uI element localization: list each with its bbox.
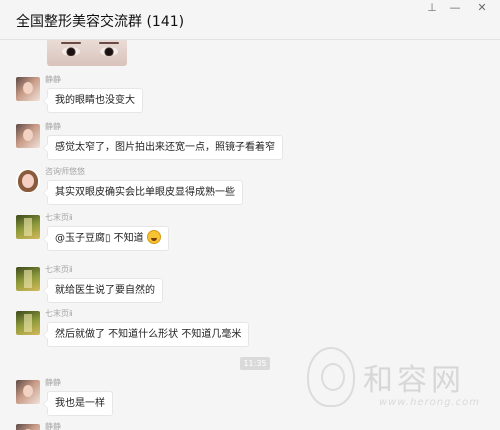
avatar-qimo[interactable]: [16, 311, 40, 335]
watermark-logo-icon: [307, 347, 355, 407]
avatar-jingjing[interactable]: [16, 424, 40, 430]
sender-name: 静静: [45, 75, 61, 84]
message-bubble[interactable]: 我也是一样: [43, 391, 113, 416]
avatar-consultant[interactable]: [16, 169, 40, 193]
sender-name: 七末页ⅱ: [45, 213, 73, 222]
shared-eye-photo[interactable]: [47, 40, 127, 66]
message-bubble[interactable]: 然后就做了 不知道什么形状 不知道几毫米: [42, 322, 250, 347]
eye-left: [62, 47, 80, 56]
avatar-jingjing[interactable]: [16, 77, 40, 101]
sender-name: 咨询师悠悠: [45, 167, 85, 176]
message-bubble[interactable]: 我的眼睛也没变大: [43, 88, 143, 113]
pin-icon[interactable]: ⊥: [421, 0, 443, 18]
sender-name: 静静: [45, 378, 61, 387]
avatar-qimo[interactable]: [16, 267, 40, 291]
sender-name: 七末页ⅱ: [45, 265, 73, 274]
laughing-emoji-icon: [146, 230, 161, 244]
avatar-jingjing[interactable]: [16, 380, 40, 404]
watermark-title: 和容网: [363, 363, 465, 398]
message-bubble[interactable]: 其实双眼皮确实会比单眼皮显得成熟一些: [43, 180, 243, 205]
avatar-qimo[interactable]: [16, 215, 40, 239]
minimize-button[interactable]: —: [444, 0, 466, 18]
message-bubble[interactable]: 就给医生说了要自然的: [43, 278, 163, 303]
sender-name: 静静: [45, 422, 61, 430]
eye-right: [100, 47, 118, 56]
eyebrow-left: [61, 42, 81, 44]
watermark-url: www.herong.com: [379, 397, 481, 408]
group-title: 全国整形美容交流群 (141): [16, 14, 185, 30]
message-bubble[interactable]: 感觉太窄了，图片拍出来还宽一点，照镜子看着窄: [43, 135, 283, 160]
close-button[interactable]: ✕: [471, 0, 493, 18]
sender-name: 静静: [45, 122, 61, 131]
message-text: @玉子豆腐▯ 不知道: [55, 233, 144, 244]
chat-header: 全国整形美容交流群 (141) ⊥ — ✕: [0, 0, 500, 40]
watermark: 和容网 www.herong.com: [307, 347, 493, 417]
eyebrow-right: [99, 42, 119, 44]
message-bubble[interactable]: @玉子豆腐▯ 不知道: [43, 226, 169, 251]
avatar-jingjing[interactable]: [16, 124, 40, 148]
time-separator: 11:35: [240, 357, 270, 370]
sender-name: 七末页ⅱ: [45, 309, 73, 318]
